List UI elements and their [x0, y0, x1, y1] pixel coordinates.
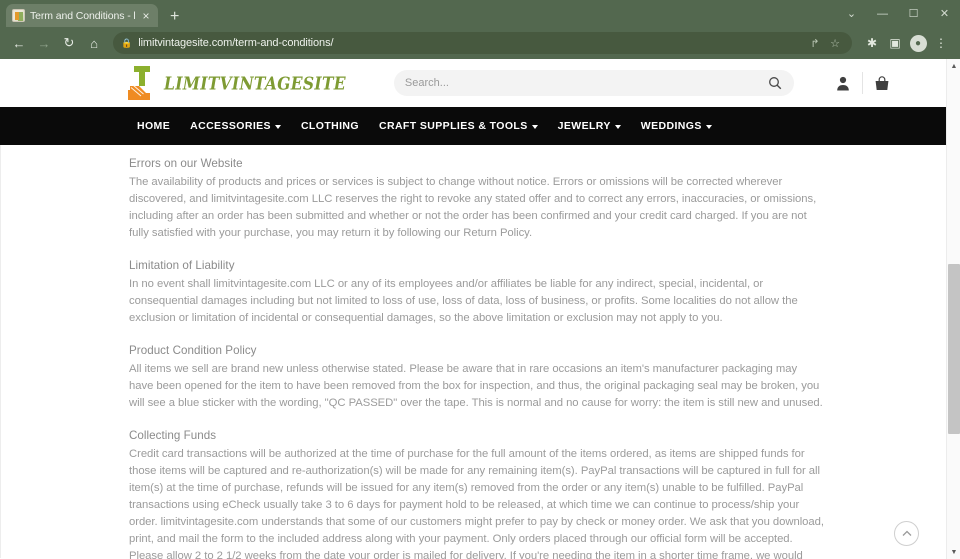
home-icon[interactable]: ⌂ [83, 32, 105, 54]
section-body: Credit card transactions will be authori… [129, 448, 824, 559]
minimize-button[interactable]: — [867, 0, 898, 27]
close-window-button[interactable]: ✕ [929, 0, 960, 27]
nav-item-accessories[interactable]: ACCESSORIES [180, 107, 291, 145]
scroll-down-arrow-icon[interactable]: ▼ [947, 545, 960, 559]
profile-avatar-icon[interactable]: ● [907, 32, 929, 54]
browser-toolbar: ← → ↻ ⌂ 🔒 limitvintagesite.com/term-and-… [0, 27, 960, 59]
chevron-down-icon [531, 124, 538, 129]
section-product-condition-policy: Product Condition Policy All items we se… [129, 344, 824, 412]
nav-label: WEDDINGS [640, 120, 702, 132]
content-area: Errors on our Website The availability o… [0, 145, 948, 559]
section-heading: Limitation of Liability [129, 259, 235, 272]
section-heading: Product Condition Policy [129, 344, 257, 357]
section-heading: Collecting Funds [129, 429, 217, 442]
scrollbar-thumb[interactable] [948, 264, 960, 434]
window-controls: ⌄ — ☐ ✕ [836, 0, 960, 27]
page-viewport: LIMITVINTAGESITE Search... HOME ACCESSOR… [0, 59, 960, 559]
chevron-down-icon [705, 124, 712, 129]
header-icon-group [824, 68, 901, 98]
browser-menu-icon[interactable]: ⋮ [930, 32, 952, 54]
new-tab-button[interactable]: + [170, 9, 179, 25]
browser-tab[interactable]: Term and Conditions - limitvinta × [6, 4, 158, 27]
section-limitation-of-liability: Limitation of Liability In no event shal… [129, 259, 824, 327]
nav-label: JEWELRY [557, 120, 611, 132]
share-icon[interactable]: ↱ [806, 34, 824, 52]
scroll-up-arrow-icon[interactable]: ▲ [947, 59, 960, 73]
extensions-puzzle-icon[interactable]: ✱ [861, 32, 883, 54]
close-tab-icon[interactable]: × [140, 10, 152, 22]
nav-label: ACCESSORIES [190, 120, 271, 132]
search-input[interactable] [404, 77, 767, 89]
nav-item-craft-supplies-and-tools[interactable]: CRAFT SUPPLIES & TOOLS [369, 107, 548, 145]
avatar: ● [909, 34, 927, 52]
search-icon[interactable] [767, 75, 783, 91]
chevron-down-icon [614, 124, 621, 129]
omnibox-actions: ↱ ☆ [806, 34, 844, 52]
section-body: All items we sell are brand new unless o… [129, 363, 823, 409]
section-collecting-funds: Collecting Funds Credit card transaction… [129, 429, 824, 559]
tab-strip: Term and Conditions - limitvinta × + ⌄ —… [0, 0, 960, 27]
reload-icon[interactable]: ↻ [58, 32, 80, 54]
tab-title: Term and Conditions - limitvinta [30, 9, 135, 22]
browser-window: Term and Conditions - limitvinta × + ⌄ —… [0, 0, 960, 559]
lock-icon: 🔒 [121, 37, 133, 48]
site-logo[interactable]: LIMITVINTAGESITE [125, 65, 346, 101]
scroll-to-top-button[interactable] [894, 521, 919, 546]
section-body: In no event shall limitvintagesite.com L… [129, 278, 798, 324]
chevron-down-icon [274, 124, 281, 129]
cart-icon[interactable] [863, 68, 901, 98]
url-text: limitvintagesite.com/term-and-conditions… [138, 37, 334, 49]
logo-mark-icon [125, 65, 157, 101]
account-icon[interactable] [824, 68, 862, 98]
forward-icon[interactable]: → [33, 32, 55, 54]
maximize-button[interactable]: ☐ [898, 0, 929, 27]
nav-item-jewelry[interactable]: JEWELRY [548, 107, 631, 145]
address-bar[interactable]: 🔒 limitvintagesite.com/term-and-conditio… [113, 32, 852, 54]
nav-item-clothing[interactable]: CLOTHING [291, 107, 369, 145]
toolbar-actions: ✱ ▣ ● ⋮ [861, 32, 952, 54]
section-body: The availability of products and prices … [129, 176, 817, 239]
section-errors-on-our-website: Errors on our Website The availability o… [129, 157, 824, 242]
bookmark-star-icon[interactable]: ☆ [826, 34, 844, 52]
nav-item-home[interactable]: HOME [127, 107, 180, 145]
terms-content: Errors on our Website The availability o… [1, 145, 831, 559]
site-favicon-icon [12, 9, 25, 22]
nav-item-weddings[interactable]: WEDDINGS [631, 107, 722, 145]
tab-search-icon[interactable]: ⌄ [836, 0, 867, 27]
section-heading: Errors on our Website [129, 157, 243, 170]
search-bar[interactable] [393, 70, 794, 96]
back-icon[interactable]: ← [8, 32, 30, 54]
side-panel-icon[interactable]: ▣ [884, 32, 906, 54]
nav-label: CLOTHING [300, 120, 359, 132]
logo-text: LIMITVINTAGESITE [164, 72, 346, 94]
site-header: LIMITVINTAGESITE [0, 59, 948, 107]
main-navigation: HOME ACCESSORIES CLOTHING CRAFT SUPPLIES… [0, 107, 948, 145]
nav-label: HOME [137, 120, 171, 132]
nav-label: CRAFT SUPPLIES & TOOLS [378, 120, 528, 132]
page-scrollbar[interactable]: ▲ ▼ [946, 59, 960, 559]
